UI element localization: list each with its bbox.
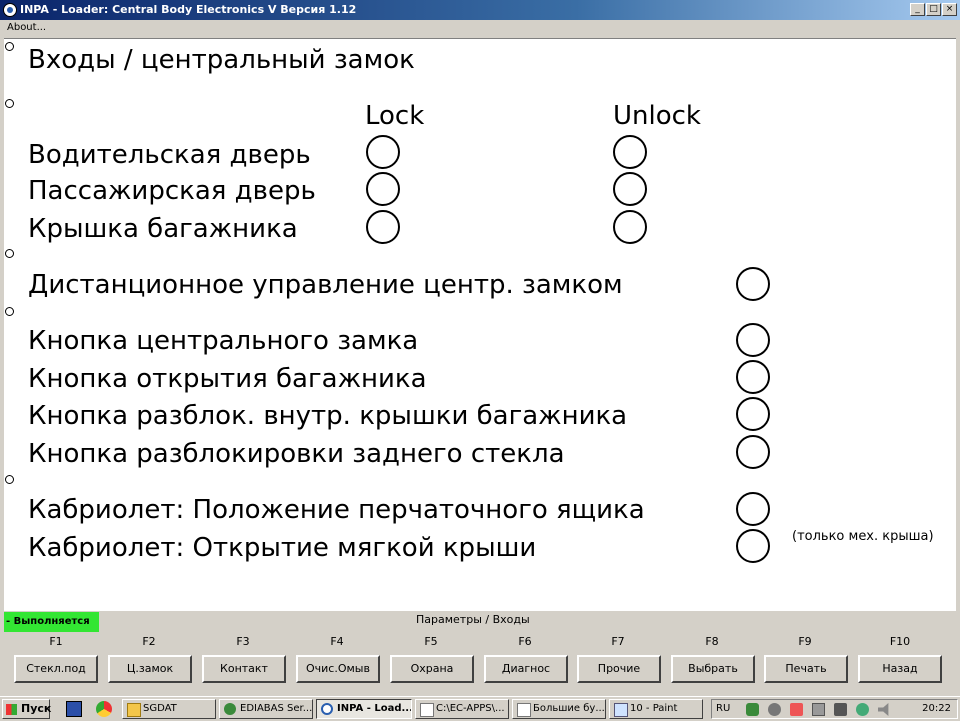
taskbar-item-ediabas[interactable]: EDIABAS Ser... bbox=[219, 699, 313, 719]
taskbar-item-label: Большие бу... bbox=[533, 703, 605, 714]
fkey-label-f10: F10 bbox=[889, 635, 911, 648]
usb-icon[interactable] bbox=[812, 703, 825, 716]
status-indicator-soft-top bbox=[736, 529, 770, 563]
title-bar: INPA - Loader: Central Body Electronics … bbox=[0, 0, 960, 20]
status-indicator-trunk-unlock bbox=[613, 210, 647, 244]
document-icon bbox=[420, 703, 434, 717]
start-button[interactable]: Пуск bbox=[2, 699, 51, 719]
f2-button[interactable]: Ц.замок bbox=[108, 655, 192, 683]
paint-icon bbox=[614, 703, 628, 717]
f8-button[interactable]: Выбрать bbox=[671, 655, 755, 683]
status-indicator-driver-lock bbox=[366, 135, 400, 169]
section-marker bbox=[5, 307, 14, 316]
taskbar-item-label: C:\EC-APPS\... bbox=[436, 703, 505, 714]
hardware-icon[interactable] bbox=[768, 703, 781, 716]
soft-top-note: (только мех. крыша) bbox=[792, 529, 934, 544]
taskbar-item-label: 10 - Paint bbox=[630, 703, 678, 714]
taskbar-item-large-files[interactable]: Большие бу... bbox=[512, 699, 606, 719]
fkey-label-f5: F5 bbox=[424, 635, 438, 648]
save-disk-icon[interactable] bbox=[66, 701, 82, 717]
fkey-label-f8: F8 bbox=[705, 635, 719, 648]
status-indicator-glovebox bbox=[736, 492, 770, 526]
f1-button[interactable]: Стекл.под bbox=[14, 655, 98, 683]
maximize-button[interactable]: □ bbox=[926, 3, 941, 16]
f10-button[interactable]: Назад bbox=[858, 655, 942, 683]
status-indicator-remote bbox=[736, 267, 770, 301]
close-button[interactable]: × bbox=[942, 3, 957, 16]
f4-button[interactable]: Очис.Омыв bbox=[296, 655, 380, 683]
status-indicator-rear-window-button bbox=[736, 435, 770, 469]
bmw-icon bbox=[321, 703, 333, 715]
taskbar-item-ec-apps[interactable]: C:\EC-APPS\... bbox=[415, 699, 509, 719]
row-label-soft-top: Кабриолет: Открытие мягкой крыши bbox=[28, 533, 537, 563]
taskbar-item-paint[interactable]: 10 - Paint bbox=[609, 699, 703, 719]
fkey-label-f1: F1 bbox=[49, 635, 63, 648]
f5-button[interactable]: Охрана bbox=[390, 655, 474, 683]
fkey-label-f7: F7 bbox=[611, 635, 625, 648]
row-label-trunk-lid: Крышка багажника bbox=[28, 214, 298, 244]
minimize-button[interactable]: _ bbox=[910, 3, 925, 16]
column-header-unlock: Unlock bbox=[613, 101, 701, 131]
row-label-rear-window-button: Кнопка разблокировки заднего стекла bbox=[28, 439, 565, 469]
status-indicator-trunk-lock bbox=[366, 210, 400, 244]
security-icon[interactable] bbox=[790, 703, 803, 716]
device-icon[interactable] bbox=[834, 703, 847, 716]
menu-bar: About... bbox=[0, 20, 960, 37]
window-title: INPA - Loader: Central Body Electronics … bbox=[20, 3, 357, 16]
chrome-icon[interactable] bbox=[96, 701, 112, 717]
fkey-label-f2: F2 bbox=[142, 635, 156, 648]
clock: 20:22 bbox=[922, 703, 951, 714]
f6-button[interactable]: Диагнос bbox=[484, 655, 568, 683]
f3-button[interactable]: Контакт bbox=[202, 655, 286, 683]
page-title: Входы / центральный замок bbox=[28, 45, 415, 75]
taskbar-item-inpa[interactable]: INPA - Load... bbox=[316, 699, 412, 719]
column-header-lock: Lock bbox=[365, 101, 425, 131]
system-tray: RU 20:22 bbox=[711, 699, 958, 719]
status-indicator-trunk-open-button bbox=[736, 360, 770, 394]
taskbar-item-sgdat[interactable]: SGDAT bbox=[122, 699, 216, 719]
bmw-app-icon bbox=[3, 3, 17, 17]
status-row: - Выполняется Параметры / Входы bbox=[4, 611, 956, 633]
current-screen-label: Параметры / Входы bbox=[416, 613, 530, 626]
document-icon bbox=[517, 703, 531, 717]
fkey-label-f6: F6 bbox=[518, 635, 532, 648]
fkey-label-f4: F4 bbox=[330, 635, 344, 648]
row-label-remote: Дистанционное управление центр. замком bbox=[28, 270, 623, 300]
ediabas-icon bbox=[224, 703, 236, 715]
fkey-label-f9: F9 bbox=[798, 635, 812, 648]
f7-button[interactable]: Прочие bbox=[577, 655, 661, 683]
menu-about[interactable]: About... bbox=[7, 22, 46, 33]
status-indicator-driver-unlock bbox=[613, 135, 647, 169]
row-label-glovebox: Кабриолет: Положение перчаточного ящика bbox=[28, 495, 645, 525]
section-marker bbox=[5, 475, 14, 484]
section-marker bbox=[5, 42, 14, 51]
row-label-central-lock-button: Кнопка центрального замка bbox=[28, 326, 419, 356]
status-indicator-inner-trunk-button bbox=[736, 397, 770, 431]
shield-icon[interactable] bbox=[856, 703, 869, 716]
f9-button[interactable]: Печать bbox=[764, 655, 848, 683]
network-icon[interactable] bbox=[746, 703, 759, 716]
status-indicator-passenger-unlock bbox=[613, 172, 647, 206]
folder-icon bbox=[127, 703, 141, 717]
language-indicator[interactable]: RU bbox=[716, 703, 730, 714]
taskbar-item-label: INPA - Load... bbox=[337, 703, 412, 714]
status-indicator-central-lock-button bbox=[736, 323, 770, 357]
speaker-icon[interactable] bbox=[878, 703, 889, 716]
status-indicator-passenger-lock bbox=[366, 172, 400, 206]
row-label-passenger-door: Пассажирская дверь bbox=[28, 176, 316, 206]
fkey-label-f3: F3 bbox=[236, 635, 250, 648]
row-label-trunk-open-button: Кнопка открытия багажника bbox=[28, 364, 427, 394]
taskbar-item-label: EDIABAS Ser... bbox=[240, 703, 313, 714]
section-marker bbox=[5, 99, 14, 108]
row-label-driver-door: Водительская дверь bbox=[28, 140, 311, 170]
taskbar-item-label: SGDAT bbox=[143, 703, 177, 714]
section-marker bbox=[5, 249, 14, 258]
row-label-inner-trunk-button: Кнопка разблок. внутр. крышки багажника bbox=[28, 401, 628, 431]
taskbar: Пуск SGDAT EDIABAS Ser... INPA - Load...… bbox=[0, 696, 960, 721]
main-canvas: Входы / центральный замок Lock Unlock Во… bbox=[4, 38, 956, 611]
running-status-badge: - Выполняется bbox=[4, 612, 99, 632]
